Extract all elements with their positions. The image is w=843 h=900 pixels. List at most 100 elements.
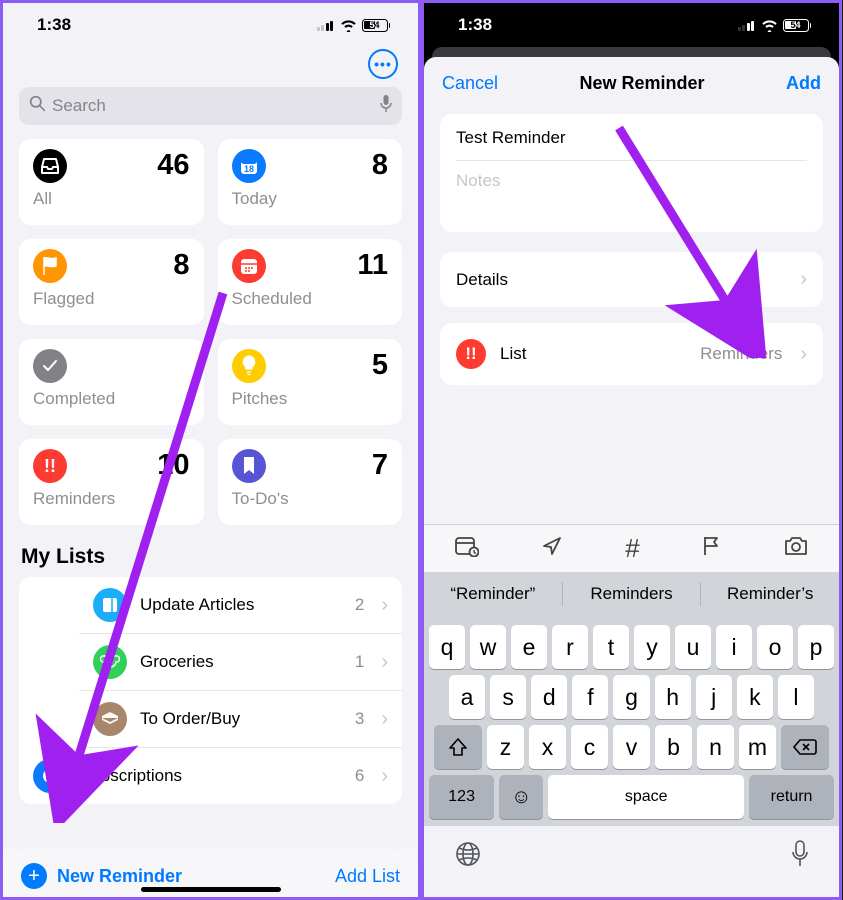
key-x[interactable]: x <box>529 725 566 769</box>
chevron-right-icon: › <box>381 594 388 617</box>
key-a[interactable]: a <box>449 675 485 719</box>
flag-icon[interactable] <box>702 535 722 563</box>
tile-label: Scheduled <box>232 289 389 309</box>
list-row[interactable]: Groceries1› <box>79 634 402 691</box>
tile-label: Today <box>232 189 389 209</box>
key-r[interactable]: r <box>552 625 588 669</box>
key-g[interactable]: g <box>613 675 649 719</box>
tag-icon[interactable]: # <box>625 533 639 564</box>
return-key[interactable]: return <box>749 775 834 819</box>
key-v[interactable]: v <box>613 725 650 769</box>
tile-scheduled[interactable]: 11Scheduled <box>218 239 403 325</box>
tile-label: All <box>33 189 190 209</box>
tile-all[interactable]: 46 All <box>19 139 204 225</box>
delete-key[interactable] <box>781 725 829 769</box>
tile-count: 46 <box>157 149 189 182</box>
list-row[interactable]: Subscriptions6› <box>19 748 402 804</box>
list-row[interactable]: Update Articles2› <box>79 577 402 634</box>
list-icon <box>93 645 127 679</box>
emoji-key[interactable]: ☺ <box>499 775 543 819</box>
tile-reminders[interactable]: !!10Reminders <box>19 439 204 525</box>
key-m[interactable]: m <box>739 725 776 769</box>
key-n[interactable]: n <box>697 725 734 769</box>
wifi-icon <box>761 19 778 32</box>
key-f[interactable]: f <box>572 675 608 719</box>
key-j[interactable]: j <box>696 675 732 719</box>
status-bar: 1:38 54 <box>424 3 839 47</box>
check-icon <box>33 349 67 383</box>
chevron-right-icon: › <box>381 765 388 788</box>
key-y[interactable]: y <box>634 625 670 669</box>
priority-icon: !! <box>456 339 486 369</box>
list-count: 1 <box>355 652 364 672</box>
key-p[interactable]: p <box>798 625 834 669</box>
add-button[interactable]: Add <box>786 73 821 94</box>
title-input[interactable]: Test Reminder <box>456 128 807 148</box>
tile-flagged[interactable]: 8Flagged <box>19 239 204 325</box>
tile-completed[interactable]: Completed <box>19 339 204 425</box>
more-icon: ••• <box>374 57 392 71</box>
new-reminder-sheet: Cancel New Reminder Add Test Reminder No… <box>424 57 839 897</box>
tile-todos[interactable]: 7To-Do's <box>218 439 403 525</box>
key-b[interactable]: b <box>655 725 692 769</box>
list-icon <box>93 702 127 736</box>
key-d[interactable]: d <box>531 675 567 719</box>
suggestion[interactable]: Reminder’s <box>701 584 839 604</box>
tile-today[interactable]: 188Today <box>218 139 403 225</box>
location-icon[interactable] <box>541 535 563 563</box>
reminder-input-card[interactable]: Test Reminder Notes <box>440 114 823 232</box>
priority-icon: !! <box>33 449 67 483</box>
tile-label: Pitches <box>232 389 389 409</box>
camera-icon[interactable] <box>784 536 808 562</box>
cancel-button[interactable]: Cancel <box>442 73 498 94</box>
globe-key[interactable] <box>454 840 482 875</box>
notes-input[interactable]: Notes <box>456 171 807 191</box>
list-row[interactable]: To Order/Buy3› <box>79 691 402 748</box>
suggestion[interactable]: “Reminder” <box>424 584 562 604</box>
reminders-main-screen: 1:38 54 ••• Search 46All188Today8Flagged… <box>0 0 421 900</box>
list-label: Subscriptions <box>80 766 342 786</box>
key-i[interactable]: i <box>716 625 752 669</box>
tile-label: Reminders <box>33 489 190 509</box>
search-field[interactable]: Search <box>19 87 402 125</box>
chevron-right-icon: › <box>800 343 807 366</box>
keyboard-toolbar: # <box>424 524 839 572</box>
list-label: Update Articles <box>140 595 342 615</box>
dictation-key[interactable] <box>791 840 809 875</box>
numbers-key[interactable]: 123 <box>429 775 494 819</box>
add-list-button[interactable]: Add List <box>335 866 400 887</box>
list-row[interactable]: !! List Reminders › <box>440 323 823 385</box>
wifi-icon <box>340 19 357 32</box>
battery-icon: 54 <box>783 19 812 32</box>
key-q[interactable]: q <box>429 625 465 669</box>
key-o[interactable]: o <box>757 625 793 669</box>
shift-key[interactable] <box>434 725 482 769</box>
key-z[interactable]: z <box>487 725 524 769</box>
key-c[interactable]: c <box>571 725 608 769</box>
tile-count: 5 <box>372 349 388 382</box>
details-row[interactable]: Details › <box>440 252 823 307</box>
cellular-icon <box>738 19 756 31</box>
tile-count: 7 <box>372 449 388 482</box>
calendar-icon[interactable] <box>455 535 479 563</box>
battery-icon: 54 <box>362 19 391 32</box>
suggestion[interactable]: Reminders <box>563 584 701 604</box>
tile-pitches[interactable]: 5 Pitches <box>218 339 403 425</box>
new-reminder-button[interactable]: + New Reminder <box>21 863 182 889</box>
key-u[interactable]: u <box>675 625 711 669</box>
tile-count: 8 <box>173 249 189 282</box>
more-button[interactable]: ••• <box>368 49 398 79</box>
search-icon <box>29 95 46 117</box>
key-k[interactable]: k <box>737 675 773 719</box>
key-s[interactable]: s <box>490 675 526 719</box>
flag-icon <box>33 249 67 283</box>
sheet-title: New Reminder <box>579 73 704 94</box>
key-t[interactable]: t <box>593 625 629 669</box>
key-w[interactable]: w <box>470 625 506 669</box>
space-key[interactable]: space <box>548 775 744 819</box>
home-indicator[interactable] <box>141 887 281 892</box>
key-h[interactable]: h <box>655 675 691 719</box>
mic-icon[interactable] <box>380 95 392 118</box>
key-l[interactable]: l <box>778 675 814 719</box>
key-e[interactable]: e <box>511 625 547 669</box>
